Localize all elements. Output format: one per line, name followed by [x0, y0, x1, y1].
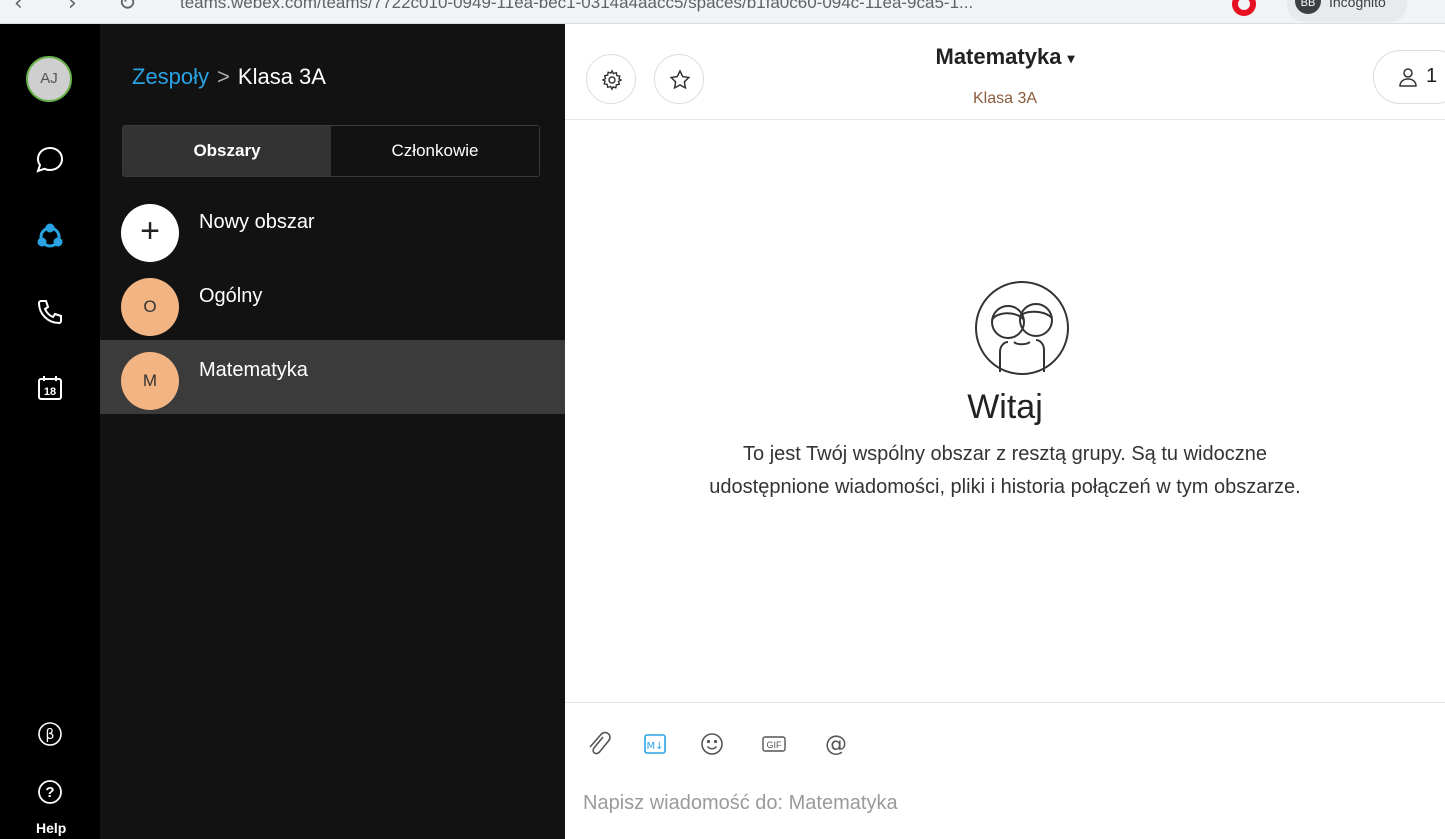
attach-icon[interactable]	[583, 729, 613, 759]
help-label[interactable]: Help	[36, 820, 66, 836]
plus-icon: +	[121, 204, 179, 262]
new-space-label: Nowy obszar	[199, 211, 315, 233]
message-input[interactable]	[583, 783, 1423, 823]
space-item-matematyka[interactable]: M Matematyka	[100, 340, 565, 414]
mention-icon[interactable]: @	[821, 729, 851, 759]
space-avatar: O	[121, 278, 179, 336]
space-view: Matematyka ▾ Klasa 3A 1 Witaj To jest Twó…	[565, 24, 1445, 839]
back-icon[interactable]: ‹	[14, 0, 23, 16]
chevron-down-icon: ▾	[1067, 49, 1075, 66]
svg-text:M↓: M↓	[646, 741, 663, 752]
space-item-ogolny[interactable]: O Ogólny	[100, 266, 565, 340]
space-header: Matematyka ▾ Klasa 3A 1	[565, 24, 1445, 120]
svg-text:?: ?	[45, 784, 54, 801]
breadcrumb: Zespoły > Klasa 3A	[132, 64, 326, 90]
calls-icon[interactable]	[34, 296, 66, 328]
panel-tabs: Obszary Członkowie	[122, 125, 540, 177]
space-title[interactable]: Matematyka ▾	[565, 44, 1445, 70]
address-bar[interactable]: teams.webex.com/teams/7722c010-0949-11ea…	[180, 0, 973, 13]
user-avatar[interactable]: AJ	[26, 56, 72, 102]
calendar-day: 18	[44, 386, 56, 398]
message-composer: M↓ GIF @	[565, 702, 1445, 839]
beta-icon[interactable]: β	[34, 718, 66, 750]
messaging-icon[interactable]	[34, 144, 66, 176]
reload-icon[interactable]: ↻	[118, 0, 136, 16]
people-button[interactable]: 1	[1373, 50, 1445, 104]
breadcrumb-current: Klasa 3A	[237, 64, 326, 89]
svg-text:@: @	[825, 732, 847, 757]
people-count: 1	[1426, 65, 1438, 87]
opera-icon[interactable]	[1232, 0, 1256, 16]
incognito-label: Incognito	[1329, 0, 1386, 10]
spaces-panel: Zespoły > Klasa 3A Obszary Członkowie + No…	[100, 24, 565, 839]
calendar-icon[interactable]: 18	[34, 372, 66, 404]
incognito-indicator[interactable]: BB Incognito	[1287, 0, 1407, 22]
welcome-illustration-icon	[975, 281, 1069, 375]
help-icon[interactable]: ?	[34, 776, 66, 808]
emoji-icon[interactable]	[697, 729, 727, 759]
svg-text:β: β	[46, 727, 55, 743]
new-space-button[interactable]: + Nowy obszar	[100, 192, 565, 266]
welcome-description: To jest Twój wspólny obszar z resztą gru…	[709, 443, 1301, 498]
tab-members[interactable]: Członkowie	[331, 126, 539, 176]
space-title-text: Matematyka	[935, 44, 1062, 69]
profile-avatar: BB	[1295, 0, 1321, 14]
space-avatar: M	[121, 352, 179, 410]
browser-bar: ‹ › ↻ teams.webex.com/teams/7722c010-094…	[0, 0, 1445, 24]
welcome-title: Witaj	[967, 388, 1043, 426]
breadcrumb-teams-link[interactable]: Zespoły	[132, 64, 209, 89]
markdown-icon[interactable]: M↓	[640, 729, 670, 759]
teams-icon[interactable]	[34, 220, 66, 252]
star-icon	[669, 69, 691, 90]
person-icon	[1399, 68, 1417, 87]
breadcrumb-separator: >	[217, 64, 230, 89]
nav-rail: AJ 18 β ? Help	[0, 24, 100, 839]
tab-spaces[interactable]: Obszary	[123, 126, 331, 176]
space-name: Ogólny	[199, 285, 263, 307]
gear-icon	[601, 69, 623, 91]
svg-text:GIF: GIF	[767, 740, 783, 750]
space-subtitle: Klasa 3A	[972, 90, 1038, 107]
gif-icon[interactable]: GIF	[759, 729, 789, 759]
space-name: Matematyka	[199, 359, 308, 381]
forward-icon[interactable]: ›	[68, 0, 77, 16]
